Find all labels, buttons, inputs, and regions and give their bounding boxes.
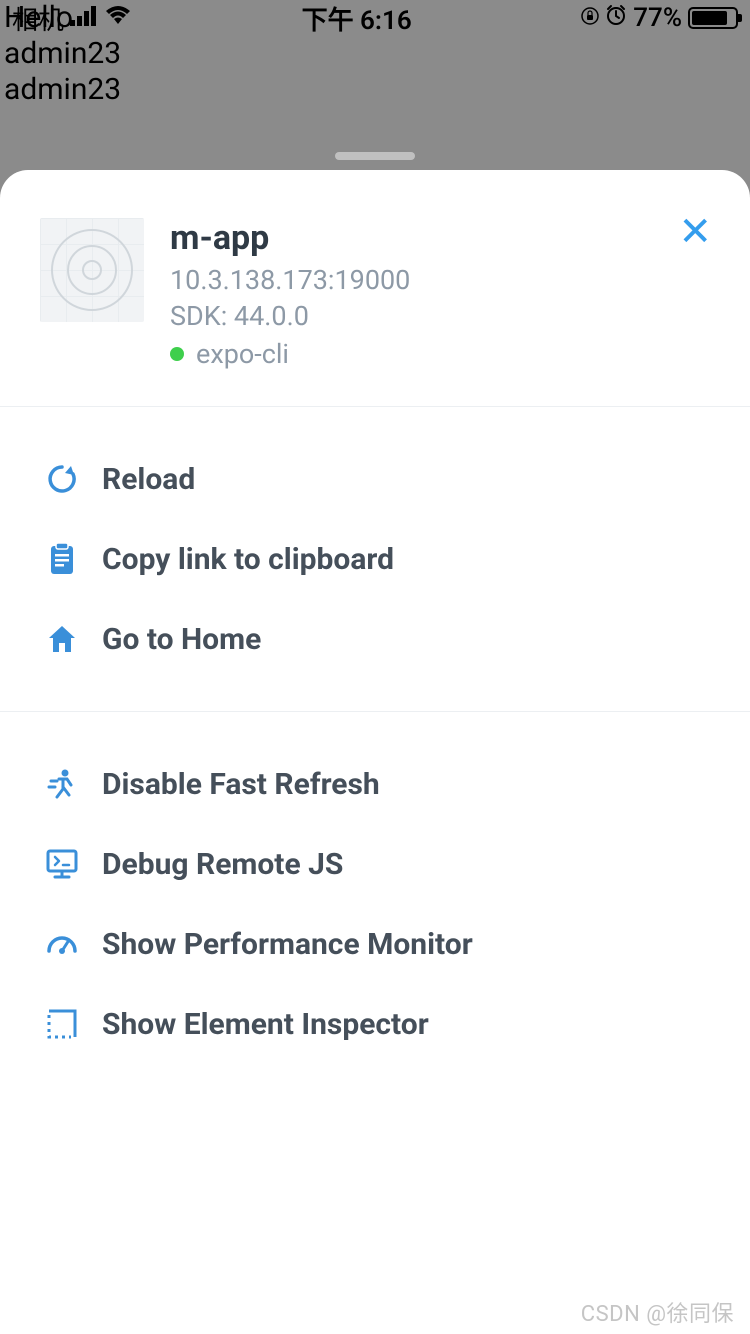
inspector-icon xyxy=(44,1006,80,1042)
clipboard-icon xyxy=(44,541,80,577)
dev-menu-sheet: m-app 10.3.138.173:19000 SDK: 44.0.0 exp… xyxy=(0,170,750,1334)
app-icon xyxy=(40,218,144,322)
menu-item-disable-fast-refresh[interactable]: Disable Fast Refresh xyxy=(0,744,750,824)
bg-line1: Hello xyxy=(4,0,121,36)
menu-item-performance-monitor[interactable]: Show Performance Monitor xyxy=(0,904,750,984)
reload-icon xyxy=(44,461,80,497)
sheet-header: m-app 10.3.138.173:19000 SDK: 44.0.0 exp… xyxy=(0,170,750,407)
menu-label: Disable Fast Refresh xyxy=(102,767,380,802)
app-title: m-app xyxy=(170,218,410,258)
watermark: CSDN @徐同保 xyxy=(581,1296,734,1328)
monitor-debug-icon xyxy=(44,846,80,882)
menu-item-go-home[interactable]: Go to Home xyxy=(0,599,750,679)
close-button[interactable]: ✕ xyxy=(678,212,712,252)
bg-line3: admin23 xyxy=(4,72,121,108)
alarm-icon xyxy=(605,3,627,33)
menu-label: Reload xyxy=(102,462,195,497)
status-label: expo-cli xyxy=(196,338,289,370)
home-icon xyxy=(44,621,80,657)
menu-section-debug: Disable Fast Refresh Debug Remote JS Sho… xyxy=(0,712,750,1096)
menu-label: Copy link to clipboard xyxy=(102,542,394,577)
bg-line2: admin23 xyxy=(4,36,121,72)
app-sdk: SDK: 44.0.0 xyxy=(170,300,410,332)
menu-label: Debug Remote JS xyxy=(102,847,343,882)
background-app-text: Hello admin23 admin23 xyxy=(4,0,121,108)
status-time: 下午 6:16 xyxy=(302,0,412,37)
lock-icon xyxy=(581,3,599,33)
menu-item-reload[interactable]: Reload xyxy=(0,439,750,519)
menu-label: Show Element Inspector xyxy=(102,1007,429,1042)
battery-pct: 77% xyxy=(633,3,682,33)
menu-section-main: Reload Copy link to clipboard Go to Home xyxy=(0,407,750,712)
gauge-icon xyxy=(44,926,80,962)
battery-icon xyxy=(688,7,738,29)
app-host: 10.3.138.173:19000 xyxy=(170,264,410,296)
run-icon xyxy=(44,766,80,802)
menu-item-copy-link[interactable]: Copy link to clipboard xyxy=(0,519,750,599)
menu-label: Show Performance Monitor xyxy=(102,927,473,962)
status-dot-icon xyxy=(170,347,184,361)
sheet-grabber[interactable] xyxy=(335,152,415,160)
menu-item-debug-remote-js[interactable]: Debug Remote JS xyxy=(0,824,750,904)
menu-label: Go to Home xyxy=(102,622,261,657)
menu-item-element-inspector[interactable]: Show Element Inspector xyxy=(0,984,750,1064)
